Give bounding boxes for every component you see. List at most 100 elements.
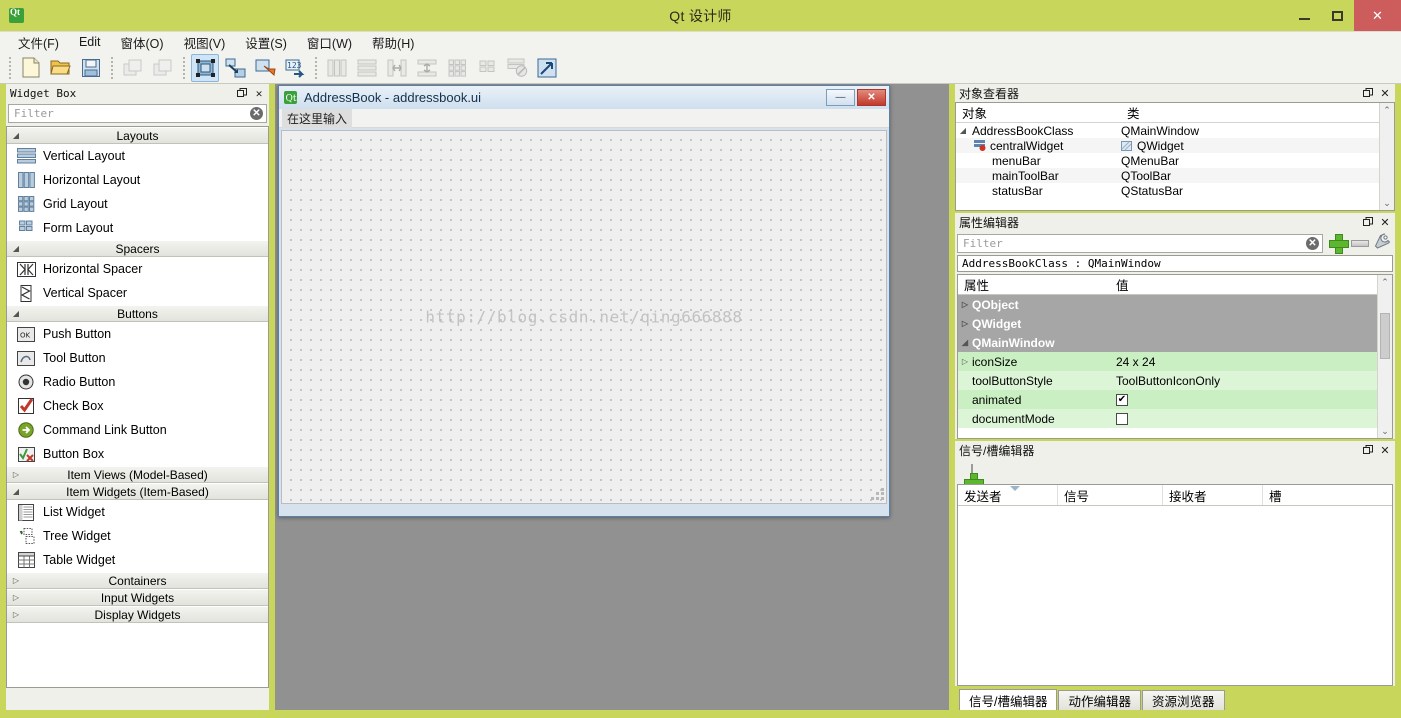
chevron-right-icon[interactable]: ▷ xyxy=(958,357,972,366)
widget-item-radio-button[interactable]: Radio Button xyxy=(7,370,268,394)
layout-vertical-splitter-icon[interactable] xyxy=(413,54,441,82)
table-row[interactable]: centralWidget QWidget xyxy=(956,138,1394,153)
remove-property-button[interactable] xyxy=(1349,233,1371,253)
form-menubar-placeholder[interactable]: 在这里输入 xyxy=(282,108,353,128)
scroll-down-icon[interactable]: ⌄ xyxy=(1383,196,1391,210)
table-row[interactable]: statusBar QStatusBar xyxy=(956,183,1394,198)
widget-item-command-link-button[interactable]: Command Link Button xyxy=(7,418,268,442)
scrollbar-thumb[interactable] xyxy=(1380,313,1390,359)
close-icon[interactable]: ✕ xyxy=(1378,443,1392,457)
property-value[interactable]: 24 x 24 xyxy=(1110,355,1392,369)
tab-action-editor[interactable]: 动作编辑器 xyxy=(1058,690,1141,710)
widget-item-tree-widget[interactable]: Tree Widget xyxy=(7,524,268,548)
category-containers[interactable]: ▷ Containers xyxy=(7,572,268,589)
chevron-right-icon[interactable]: ▷ xyxy=(958,300,972,309)
table-row[interactable]: menuBar QMenuBar xyxy=(956,153,1394,168)
scroll-down-icon[interactable]: ⌄ xyxy=(1381,424,1389,438)
property-value[interactable]: ToolButtonIconOnly xyxy=(1110,374,1392,388)
widget-box-filter[interactable]: ✕ xyxy=(8,104,267,123)
break-layout-icon[interactable] xyxy=(503,54,531,82)
add-property-button[interactable] xyxy=(1327,233,1349,254)
chevron-down-icon[interactable]: ◢ xyxy=(958,338,972,347)
form-close-button[interactable]: ✕ xyxy=(857,89,886,106)
close-icon[interactable]: ✕ xyxy=(1378,215,1392,229)
property-row-animated[interactable]: animated ✔ xyxy=(958,390,1392,409)
scroll-up-icon[interactable]: ⌃ xyxy=(1383,103,1391,117)
design-workspace[interactable]: Qt AddressBook - addressbook.ui — ✕ 在这里输… xyxy=(275,84,949,710)
undock-icon[interactable] xyxy=(1361,86,1375,100)
form-menubar[interactable]: 在这里输入 xyxy=(279,108,889,128)
object-inspector-tree[interactable]: 对象 类 ◢ AddressBookClass QMainWindow centr… xyxy=(955,102,1395,211)
adjust-size-icon[interactable] xyxy=(533,54,561,82)
category-input-widgets[interactable]: ▷ Input Widgets xyxy=(7,589,268,606)
category-layouts[interactable]: ◢ Layouts xyxy=(7,127,268,144)
edit-widgets-icon[interactable] xyxy=(191,53,219,82)
category-item-views[interactable]: ▷ Item Views (Model-Based) xyxy=(7,466,268,483)
category-buttons[interactable]: ◢ Buttons xyxy=(7,305,268,322)
chevron-right-icon[interactable]: ▷ xyxy=(958,319,972,328)
property-editor-scrollbar[interactable]: ⌃ ⌄ xyxy=(1377,275,1392,438)
redo-icon[interactable] xyxy=(149,54,177,82)
edit-tab-order-icon[interactable]: 123 xyxy=(281,54,309,82)
widget-item-push-button[interactable]: OK Push Button xyxy=(7,322,268,346)
filter-input[interactable] xyxy=(12,106,250,121)
menu-window[interactable]: 窗口(W) xyxy=(297,31,362,54)
widget-item-button-box[interactable]: Button Box xyxy=(7,442,268,466)
undock-icon[interactable] xyxy=(235,86,249,100)
form-central-widget[interactable]: http://blog.csdn.net/qing666888 xyxy=(281,130,887,504)
column-receiver[interactable]: 接收者 xyxy=(1163,485,1263,505)
menu-file[interactable]: 文件(F) xyxy=(8,31,69,54)
widget-item-table-widget[interactable]: Table Widget xyxy=(7,548,268,572)
table-row[interactable]: ◢ AddressBookClass QMainWindow xyxy=(956,123,1394,138)
property-group-qwidget[interactable]: ▷ QWidget xyxy=(958,314,1392,333)
menu-view[interactable]: 视图(V) xyxy=(174,31,236,54)
signal-slot-table[interactable]: 发送者 信号 接收者 槽 xyxy=(957,484,1393,686)
undock-icon[interactable] xyxy=(1361,443,1375,457)
undock-icon[interactable] xyxy=(1361,215,1375,229)
layout-grid-icon[interactable] xyxy=(443,54,471,82)
widget-box-list[interactable]: ◢ Layouts Vertical Layout Horizontal Lay… xyxy=(6,126,269,688)
property-filter[interactable]: ✕ xyxy=(957,233,1323,253)
form-minimize-button[interactable]: — xyxy=(826,89,855,106)
maximize-button[interactable] xyxy=(1321,0,1354,31)
close-icon[interactable]: ✕ xyxy=(252,86,266,100)
filter-input[interactable] xyxy=(961,235,1306,251)
menu-form[interactable]: 窗体(O) xyxy=(111,31,174,54)
chevron-down-icon[interactable]: ◢ xyxy=(956,126,970,135)
edit-buddies-icon[interactable] xyxy=(251,54,279,82)
menu-help[interactable]: 帮助(H) xyxy=(362,31,424,54)
menu-edit[interactable]: Edit xyxy=(69,33,111,51)
widget-item-check-box[interactable]: Check Box xyxy=(7,394,268,418)
object-inspector-scrollbar[interactable]: ⌃ ⌄ xyxy=(1379,103,1394,210)
property-group-qobject[interactable]: ▷ QObject xyxy=(958,295,1392,314)
widget-item-tool-button[interactable]: Tool Button xyxy=(7,346,268,370)
property-editor-table[interactable]: 属性 值 ▷ QObject ▷ QWidget ◢ QMainWindow ▷… xyxy=(957,274,1393,439)
menu-settings[interactable]: 设置(S) xyxy=(235,31,297,54)
widget-item-grid-layout[interactable]: Grid Layout xyxy=(7,192,268,216)
category-item-widgets[interactable]: ◢ Item Widgets (Item-Based) xyxy=(7,483,268,500)
signal-slot-rows[interactable] xyxy=(958,506,1392,685)
property-row-toolbuttonstyle[interactable]: toolButtonStyle ToolButtonIconOnly xyxy=(958,371,1392,390)
clear-icon[interactable]: ✕ xyxy=(250,107,263,120)
close-icon[interactable]: ✕ xyxy=(1378,86,1392,100)
tab-resource-browser[interactable]: 资源浏览器 xyxy=(1142,690,1225,710)
animated-checkbox[interactable]: ✔ xyxy=(1116,393,1128,406)
minimize-button[interactable] xyxy=(1288,0,1321,31)
resize-grip-icon[interactable] xyxy=(871,488,884,501)
widget-item-vertical-spacer[interactable]: Vertical Spacer xyxy=(7,281,268,305)
save-form-icon[interactable] xyxy=(77,54,105,82)
layout-vertically-icon[interactable] xyxy=(353,54,381,82)
widget-item-vertical-layout[interactable]: Vertical Layout xyxy=(7,144,268,168)
column-signal[interactable]: 信号 xyxy=(1058,485,1163,505)
property-row-iconsize[interactable]: ▷ iconSize 24 x 24 xyxy=(958,352,1392,371)
clear-icon[interactable]: ✕ xyxy=(1306,236,1319,250)
layout-horizontally-icon[interactable] xyxy=(323,54,351,82)
widget-item-form-layout[interactable]: Form Layout xyxy=(7,216,268,240)
column-sender[interactable]: 发送者 xyxy=(958,485,1058,505)
edit-signals-slots-icon[interactable] xyxy=(221,54,249,82)
documentmode-checkbox[interactable] xyxy=(1116,412,1128,425)
tab-signal-slot-editor[interactable]: 信号/槽编辑器 xyxy=(959,689,1058,710)
widget-item-horizontal-spacer[interactable]: Horizontal Spacer xyxy=(7,257,268,281)
new-form-icon[interactable] xyxy=(17,54,45,82)
category-spacers[interactable]: ◢ Spacers xyxy=(7,240,268,257)
